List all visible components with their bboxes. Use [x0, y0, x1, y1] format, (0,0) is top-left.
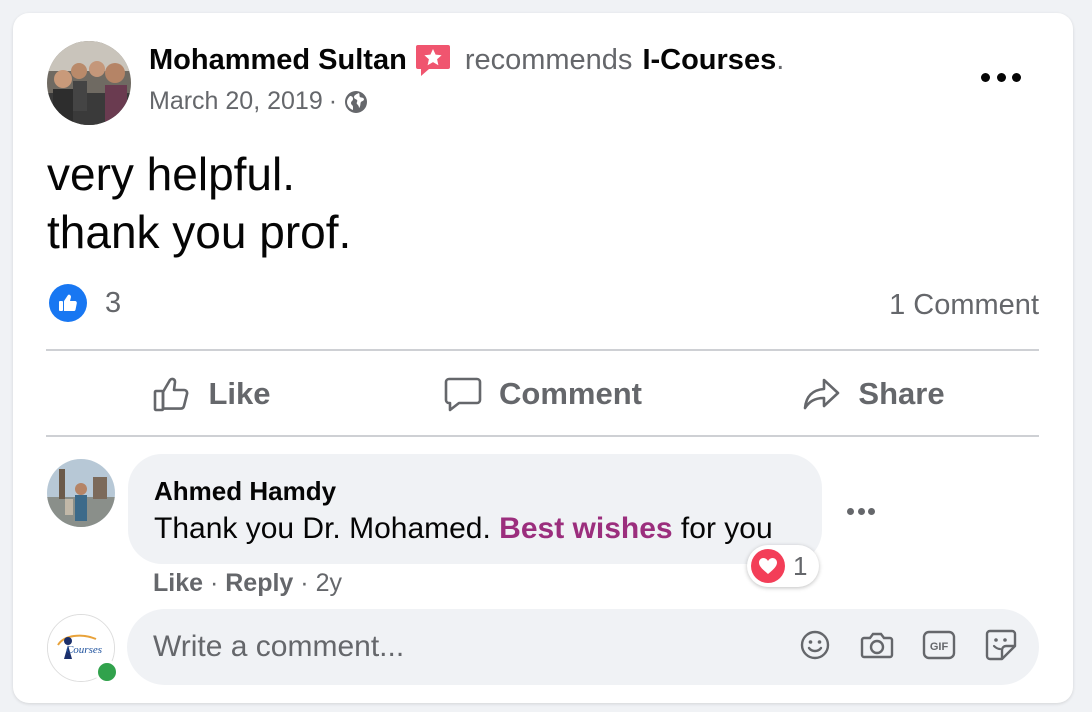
share-icon	[804, 378, 840, 410]
comment-reply-link[interactable]: Reply	[225, 569, 293, 597]
commenter-avatar[interactable]	[47, 459, 115, 527]
meta-separator: ·	[328, 87, 338, 115]
comment-actions: Like · Reply · 2y	[153, 569, 342, 598]
comment-like-link[interactable]: Like	[153, 569, 203, 597]
separator: ·	[293, 569, 316, 597]
comment-icon	[444, 377, 482, 412]
comment-reactions[interactable]: 1	[747, 545, 820, 587]
sticker-icon[interactable]	[983, 627, 1019, 663]
reaction-count: 3	[105, 286, 122, 319]
comment-composer[interactable]: Write a comment... GIF	[127, 609, 1039, 685]
author-avatar[interactable]	[47, 41, 131, 125]
comment-input[interactable]: Write a comment...	[153, 630, 404, 664]
gif-label: GIF	[930, 641, 949, 653]
like-button[interactable]: Like	[46, 351, 377, 437]
recommends-text: recommends	[464, 43, 633, 76]
post-meta: March 20, 2019 ·	[149, 87, 369, 116]
emoji-icon[interactable]	[797, 627, 833, 663]
camera-icon[interactable]	[859, 627, 895, 663]
online-status-indicator	[95, 660, 119, 684]
comment-bubble: Ahmed Hamdy Thank you Dr. Mohamed. Best …	[128, 454, 822, 564]
share-button[interactable]: Share	[708, 351, 1039, 437]
post-line: very helpful.	[47, 148, 296, 200]
comment-count[interactable]: 1 Comment	[889, 289, 1039, 322]
post-header-line: Mohammed Sultan recommends I-Courses .	[149, 43, 784, 77]
gif-icon[interactable]: GIF	[921, 627, 957, 663]
like-reaction-icon	[49, 284, 87, 322]
comment-text-start: Thank you Dr. Mohamed.	[154, 512, 500, 545]
divider	[46, 435, 1039, 437]
page-suffix: .	[776, 43, 785, 76]
post-line: thank you prof.	[47, 206, 352, 258]
comment-highlight: Best wishes	[499, 512, 673, 545]
thumbs-up-icon	[154, 377, 189, 412]
comment-text-end: for you	[672, 512, 773, 545]
heart-icon	[751, 549, 785, 583]
post-date[interactable]: March 20, 2019	[149, 87, 323, 116]
author-name[interactable]: Mohammed Sultan	[149, 44, 407, 77]
page-link[interactable]: I-Courses	[642, 44, 776, 77]
share-label: Share	[858, 376, 945, 411]
heart-count: 1	[793, 550, 808, 581]
action-bar: Like Comment Share	[46, 351, 1039, 437]
separator: ·	[203, 569, 226, 597]
composer-tools: GIF	[771, 627, 1019, 663]
reactions-summary[interactable]: 3	[49, 284, 121, 322]
post-card: Mohammed Sultan recommends I-Courses . M…	[13, 13, 1073, 703]
post-options-icon[interactable]	[981, 65, 1021, 89]
comment-age[interactable]: 2y	[316, 569, 342, 597]
like-label: Like	[208, 376, 271, 411]
comment-button[interactable]: Comment	[377, 351, 708, 437]
viewer-avatar-text: Courses	[66, 644, 102, 656]
commenter-name[interactable]: Ahmed Hamdy	[154, 476, 336, 507]
comment-label: Comment	[499, 376, 642, 411]
comment-options-icon[interactable]	[847, 504, 875, 518]
globe-icon	[343, 89, 369, 115]
recommend-icon	[415, 43, 451, 77]
comment-text: Thank you Dr. Mohamed. Best wishes for y…	[154, 512, 773, 546]
post-body: very helpful. thank you prof.	[47, 145, 351, 261]
